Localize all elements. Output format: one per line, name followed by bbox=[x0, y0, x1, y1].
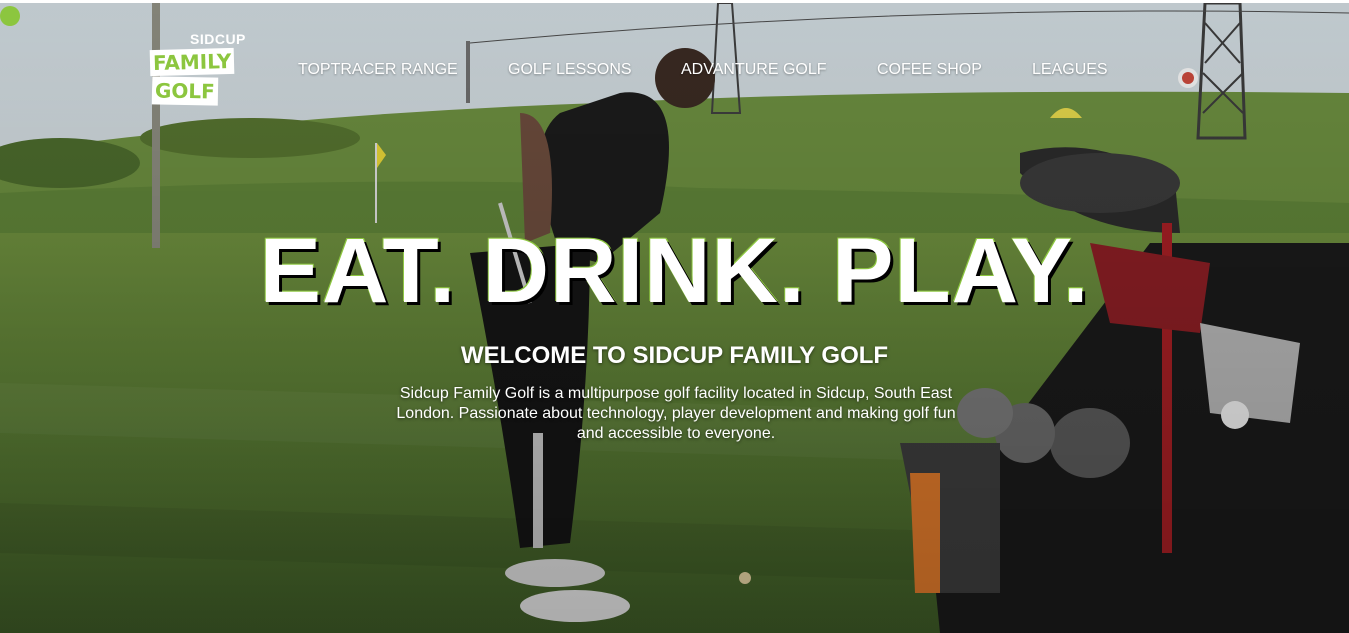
nav-item-adventure-golf[interactable]: ADVANTURE GOLF bbox=[681, 61, 827, 79]
nav-item-toptracer-range[interactable]: TOPTRACER RANGE bbox=[298, 61, 458, 79]
logo-line-family: FAMILY bbox=[149, 47, 235, 77]
logo-line-sidcup: SIDCUP bbox=[190, 31, 246, 47]
hero-headline: EAT. DRINK. PLAY. bbox=[259, 220, 1090, 322]
hero-intro-text: Sidcup Family Golf is a multipurpose gol… bbox=[396, 385, 956, 442]
hero-section: SIDCUP FAMILY GOLF TOPTRACER RANGE GOLF … bbox=[0, 3, 1349, 633]
nav-item-coffee-shop[interactable]: COFEE SHOP bbox=[877, 61, 982, 79]
corner-indicator-dot bbox=[0, 6, 20, 26]
logo-line-golf: GOLF bbox=[151, 76, 219, 106]
hero-subheading: WELCOME TO SIDCUP FAMILY GOLF bbox=[460, 342, 889, 369]
nav-item-leagues[interactable]: LEAGUES bbox=[1032, 61, 1108, 79]
site-logo[interactable]: SIDCUP FAMILY GOLF bbox=[149, 31, 250, 111]
nav-item-golf-lessons[interactable]: GOLF LESSONS bbox=[508, 61, 632, 79]
